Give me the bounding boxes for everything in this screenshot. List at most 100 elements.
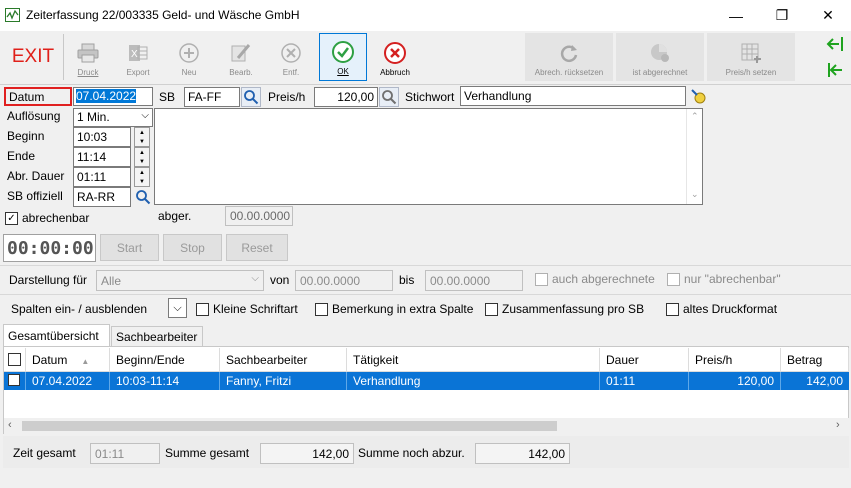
zusammenfassung-label: Zusammenfassung pro SB xyxy=(502,302,645,316)
bemerkung-scrollbar[interactable]: ⌃ ⌄ xyxy=(686,109,702,204)
beginn-input[interactable]: 10:03 xyxy=(73,127,131,147)
tab-gesamtuebersicht[interactable]: Gesamtübersicht xyxy=(3,324,110,346)
summe-gesamt-label: Summe gesamt xyxy=(165,446,250,460)
aufloesung-select[interactable]: 1 Min. ⌵ xyxy=(73,108,153,127)
cancel-button[interactable]: Abbruch xyxy=(371,33,419,81)
stichwort-picker-button[interactable] xyxy=(688,86,708,106)
ende-input[interactable]: 11:14 xyxy=(73,147,131,167)
bis-label: bis xyxy=(399,273,415,287)
edit-button[interactable]: Bearb. xyxy=(218,33,264,81)
delete-label: Entf. xyxy=(282,68,300,77)
reset-billing-button[interactable]: Abrech. rücksetzen xyxy=(525,33,613,81)
datum-label: Datum xyxy=(4,87,72,106)
column-header-datum-label: Datum xyxy=(32,353,68,367)
printer-icon xyxy=(76,42,100,64)
divider xyxy=(0,265,851,266)
sb-offiziell-label: SB offiziell xyxy=(7,189,63,203)
caret-down-icon: ▼ xyxy=(139,138,145,145)
abr-dauer-input[interactable]: 01:11 xyxy=(73,167,131,187)
grid-horizontal-scrollbar[interactable]: ‹ › xyxy=(4,418,849,434)
bis-field[interactable]: 00.00.0000 xyxy=(425,270,523,291)
cell-betrag: 142,00 xyxy=(806,374,843,388)
beginn-label: Beginn xyxy=(7,129,45,143)
preis-input[interactable]: 120,00 xyxy=(314,87,378,107)
scrollbar-thumb[interactable] xyxy=(22,421,557,431)
checkbox-checked-icon: ✓ xyxy=(5,211,18,225)
ende-stepper[interactable]: ▲ ▼ xyxy=(134,147,150,167)
column-header-taetigkeit[interactable]: Tätigkeit xyxy=(347,348,600,372)
nav-back-button[interactable] xyxy=(824,60,846,80)
new-button[interactable]: Neu xyxy=(166,33,212,81)
bemerkung-textarea[interactable] xyxy=(154,108,703,205)
nur-abrechenbar-checkbox[interactable]: nur "abrechenbar" xyxy=(667,272,781,286)
checkbox-icon xyxy=(315,302,328,316)
column-header-beginn-ende[interactable]: Beginn/Ende xyxy=(110,348,220,372)
spalten-dropdown-button[interactable]: ⌵ xyxy=(168,298,187,318)
altes-druckformat-checkbox[interactable]: altes Druckformat xyxy=(666,302,777,316)
close-button[interactable]: ✕ xyxy=(805,0,851,31)
column-header-betrag[interactable]: Betrag xyxy=(781,348,849,372)
sb-offiziell-search-button[interactable] xyxy=(133,187,153,207)
arrow-left-icon xyxy=(828,63,842,77)
tab-sachbearbeiter[interactable]: Sachbearbeiter xyxy=(111,326,203,346)
window-title: Zeiterfassung 22/003335 Geld- und Wäsche… xyxy=(26,8,300,22)
sb-input[interactable]: FA-FF xyxy=(184,87,240,107)
zusammenfassung-checkbox[interactable]: Zusammenfassung pro SB xyxy=(485,302,644,316)
is-billed-button[interactable]: ist abgerechnet xyxy=(616,33,704,81)
cancel-icon xyxy=(383,42,407,64)
exit-button[interactable]: EXIT xyxy=(4,33,62,81)
abr-dauer-stepper[interactable]: ▲ ▼ xyxy=(134,167,150,187)
darstellung-select[interactable]: Alle ⌵ xyxy=(96,270,264,291)
scroll-up-icon: ⌃ xyxy=(691,111,699,121)
preis-search-button[interactable] xyxy=(379,87,399,107)
auch-abgerechnete-checkbox[interactable]: auch abgerechnete xyxy=(535,272,655,286)
abrechenbar-checkbox[interactable]: ✓ abrechenbar xyxy=(5,211,89,225)
column-header-dauer[interactable]: Dauer xyxy=(600,348,689,372)
set-price-button[interactable]: Preis/h setzen xyxy=(707,33,795,81)
timer-stop-button[interactable]: Stop xyxy=(163,234,222,261)
sb-search-button[interactable] xyxy=(241,87,261,107)
svg-text:X: X xyxy=(131,49,138,60)
minimize-button[interactable]: — xyxy=(713,0,759,31)
cell-beginn-ende: 10:03-11:14 xyxy=(110,372,220,390)
tag-icon xyxy=(691,89,706,104)
nav-first-button[interactable] xyxy=(824,34,846,54)
checkbox-icon xyxy=(667,272,680,286)
ok-label: OK xyxy=(337,67,349,76)
aufloesung-label: Auflösung xyxy=(7,109,61,123)
altes-druckformat-label: altes Druckformat xyxy=(683,302,778,316)
divider xyxy=(0,294,851,295)
is-billed-label: ist abgerechnet xyxy=(632,68,688,77)
chevron-down-icon: ⌵ xyxy=(173,301,182,314)
beginn-stepper[interactable]: ▲ ▼ xyxy=(134,127,150,147)
export-label: Export xyxy=(126,68,150,77)
print-button[interactable]: Druck xyxy=(66,33,110,81)
bemerkung-spalte-checkbox[interactable]: Bemerkung in extra Spalte xyxy=(315,302,473,316)
column-header-sachbearbeiter[interactable]: Sachbearbeiter xyxy=(220,348,347,372)
cell-preis: 120,00 xyxy=(689,372,781,390)
timer-start-button[interactable]: Start xyxy=(100,234,159,261)
column-header-preis[interactable]: Preis/h xyxy=(689,348,781,372)
kleine-schrift-checkbox[interactable]: Kleine Schriftart xyxy=(196,302,298,316)
restore-button[interactable]: ❐ xyxy=(759,0,805,31)
sb-offiziell-input[interactable]: RA-RR xyxy=(73,187,131,207)
edit-label: Bearb. xyxy=(229,68,253,77)
cell-datum: 07.04.2022 xyxy=(26,372,110,390)
caret-down-icon: ▼ xyxy=(139,178,145,185)
delete-button[interactable]: Entf. xyxy=(268,33,314,81)
row-checkbox[interactable] xyxy=(4,372,26,390)
von-field[interactable]: 00.00.0000 xyxy=(295,270,393,291)
select-all-checkbox[interactable] xyxy=(4,348,26,372)
darstellung-value: Alle xyxy=(101,274,122,288)
checkbox-icon xyxy=(535,272,548,286)
nur-abrechenbar-label: nur "abrechenbar" xyxy=(684,272,781,286)
stichwort-input[interactable]: Verhandlung xyxy=(460,86,686,106)
column-header-datum[interactable]: Datum ▲ xyxy=(26,348,110,372)
checkbox-icon xyxy=(8,374,20,386)
datum-input[interactable]: 07.04.2022 xyxy=(73,87,153,106)
export-button[interactable]: X Export xyxy=(116,33,160,81)
timer-reset-button[interactable]: Reset xyxy=(226,234,288,261)
ok-button[interactable]: OK xyxy=(319,33,367,81)
chevron-down-icon: ⌵ xyxy=(251,273,259,284)
spalten-label: Spalten ein- / ausblenden xyxy=(11,302,148,316)
